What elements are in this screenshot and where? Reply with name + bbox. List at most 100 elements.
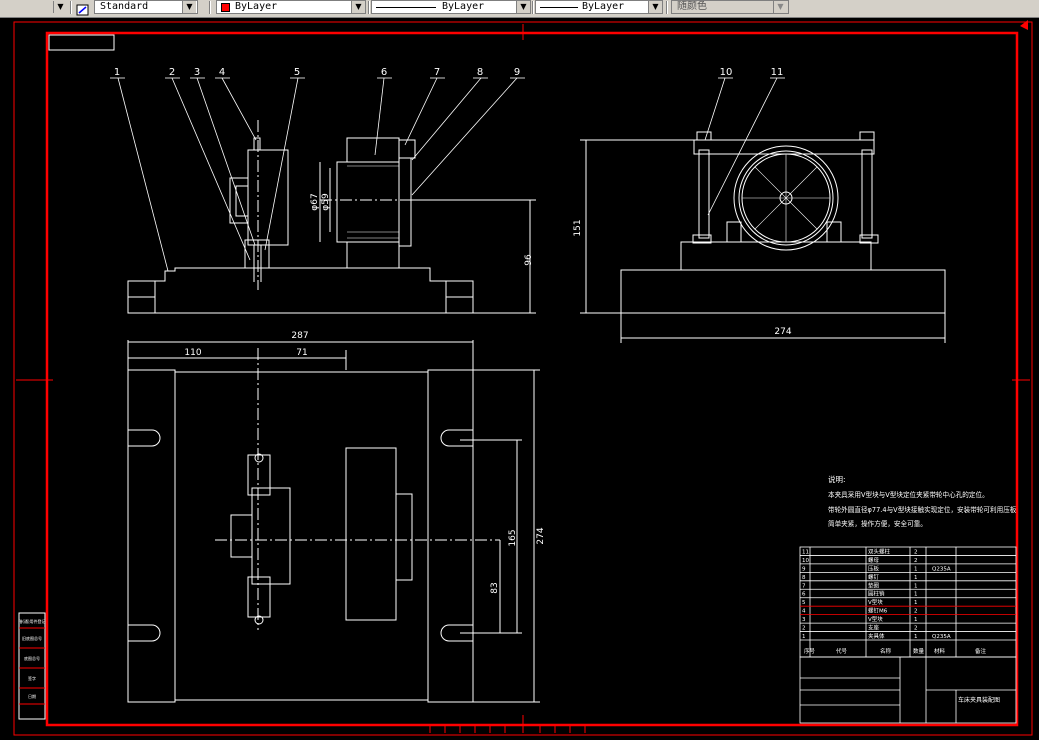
bom-cell-qty: 2 [914,549,918,555]
balloon-5: 5 [294,67,300,78]
linetype-combo[interactable]: ByLayer [371,0,531,14]
bom-cell-no: 11 [802,549,809,555]
bom-header-qty: 数量 [913,647,925,655]
plot-style-value: 随颜色 [677,1,707,12]
bom-header-code: 代号 [836,647,848,655]
balloon-1: 1 [114,67,120,78]
lineweight-sample-icon [540,7,578,8]
plot-style-dropdown-arrow[interactable]: ▼ [773,1,787,13]
bom-cell-name: 螺钉M6 [868,607,888,615]
bom-cell-no: 7 [802,583,806,589]
text-style-icon [76,1,90,16]
strip-label: 借(通)用件登记 [18,618,45,624]
dim-height-151: 151 [573,219,583,236]
previous-combo-dropdown-arrow[interactable]: ▼ [53,1,67,13]
strip-label: 旧底图总号 [22,635,42,641]
drawing-canvas[interactable]: 借(通)用件登记 旧底图总号 底图总号 签字 日期 96 φ67 φ59 1 2… [0,17,1039,740]
properties-toolbar: ▼ Standard ▼ ByLayer ▼ ByLayer ▼ ByLayer… [0,0,1039,18]
toolbar-separator [209,1,211,14]
bom-cell-no: 9 [802,566,806,572]
linetype-dropdown-arrow[interactable]: ▼ [516,1,530,13]
color-dropdown-arrow[interactable]: ▼ [351,1,365,13]
notes-heading: 说明: [828,474,846,484]
bom-cell-no: 2 [802,626,806,632]
toolbar-separator [70,1,72,14]
bom-cell-qty: 1 [914,583,918,589]
balloon-2: 2 [169,67,175,78]
dim-dia-59: φ59 [321,193,331,211]
dim-dia-67: φ67 [310,193,320,210]
notes-line-1: 本夹具采用V型块与V型块定位夹紧带轮中心孔的定位。 [828,490,989,499]
bom-cell-no: 4 [802,609,806,615]
bom-cell-name: 螺母 [868,556,880,564]
bom-header-note: 备注 [975,647,987,655]
plot-style-combo[interactable]: 随颜色 [671,0,789,14]
drawing-title: 车床夹具装配图 [958,696,1000,704]
lineweight-value: ByLayer [582,1,625,12]
bom-cell-name: V型块 [868,615,883,623]
bom-cell-material: Q235A [932,634,951,640]
balloon-11: 11 [771,67,784,78]
drawing-frame [13,20,1033,736]
bom-cell-qty: 1 [914,592,918,598]
technical-notes: 说明: 本夹具采用V型块与V型块定位夹紧带轮中心孔的定位。 带轮外圆直径φ77.… [828,474,1017,528]
bom-cell-name: 圆柱销 [868,590,885,598]
balloon-6: 6 [381,67,387,78]
strip-label: 日期 [28,693,36,699]
bom-cell-qty: 1 [914,617,918,623]
balloon-8: 8 [477,67,483,78]
dim-height-96: 96 [524,254,534,266]
bom-cell-qty: 2 [914,626,918,632]
bom-cell-no: 8 [802,575,806,581]
color-combo[interactable]: ByLayer [216,0,366,14]
lineweight-dropdown-arrow[interactable]: ▼ [648,1,662,13]
balloon-4: 4 [219,67,225,78]
bom-cell-name: 垫圈 [868,581,880,589]
bom-cell-qty: 1 [914,566,918,572]
toolbar-separator [666,1,668,14]
bom-header-name: 名称 [880,647,892,655]
bom-cell-no: 1 [802,634,806,640]
bom-cell-qty: 1 [914,634,918,640]
dim-width-274: 274 [774,327,791,337]
bom-cell-no: 6 [802,592,806,598]
dim-71: 71 [296,348,307,358]
lineweight-combo[interactable]: ByLayer [535,0,663,14]
bom-cell-qty: 1 [914,600,918,606]
linetype-sample-icon [376,7,436,8]
bom-cell-name: 夹具体 [868,632,885,640]
bom-cell-qty: 1 [914,575,918,581]
bom-cell-name: 压板 [868,564,880,572]
bom-header-material: 材料 [934,647,946,655]
bom-cell-no: 10 [802,558,809,564]
bom-cell-name: V型块 [868,598,883,606]
bom-cell-name: 支座 [868,624,880,632]
bom-cell-name: 螺钉 [868,573,880,581]
text-style-dropdown-arrow[interactable]: ▼ [182,1,196,13]
balloon-9: 9 [514,67,520,78]
strip-label: 签字 [28,675,36,681]
bom-cell-no: 5 [802,600,806,606]
dim-110: 110 [184,348,201,358]
balloon-labels: 1 2 3 4 5 6 7 8 9 10 11 [114,67,784,78]
strip-label: 底图总号 [24,655,40,661]
notes-line-2: 带轮外圆直径φ77.4与V型块接触实现定位，安装带轮可利用压板 [828,505,1017,514]
color-value: ByLayer [235,1,278,12]
bom-header-no: 序号 [804,647,816,655]
color-swatch-icon [221,3,230,12]
front-view: 96 φ67 φ59 [127,120,536,314]
top-view: 287 110 71 274 165 83 [127,331,546,703]
side-view: 151 274 [573,131,946,343]
bom-cell-qty: 2 [914,558,918,564]
dim-83: 83 [490,582,500,593]
text-style-value: Standard [100,1,149,12]
balloon-3: 3 [194,67,200,78]
balloon-7: 7 [434,67,440,78]
toolbar-separator [532,1,534,14]
notes-line-3: 简单夹紧，操作方便，安全可靠。 [828,519,927,528]
bill-of-materials: 序号 代号 名称 数量 材料 备注 车床夹具装配图 11 双头螺柱 210 螺母 29 压… [799,546,1017,724]
bom-cell-qty: 2 [914,609,918,615]
balloon-10: 10 [720,67,733,78]
dim-165: 165 [508,529,518,546]
bom-cell-name: 双头螺柱 [868,547,891,555]
